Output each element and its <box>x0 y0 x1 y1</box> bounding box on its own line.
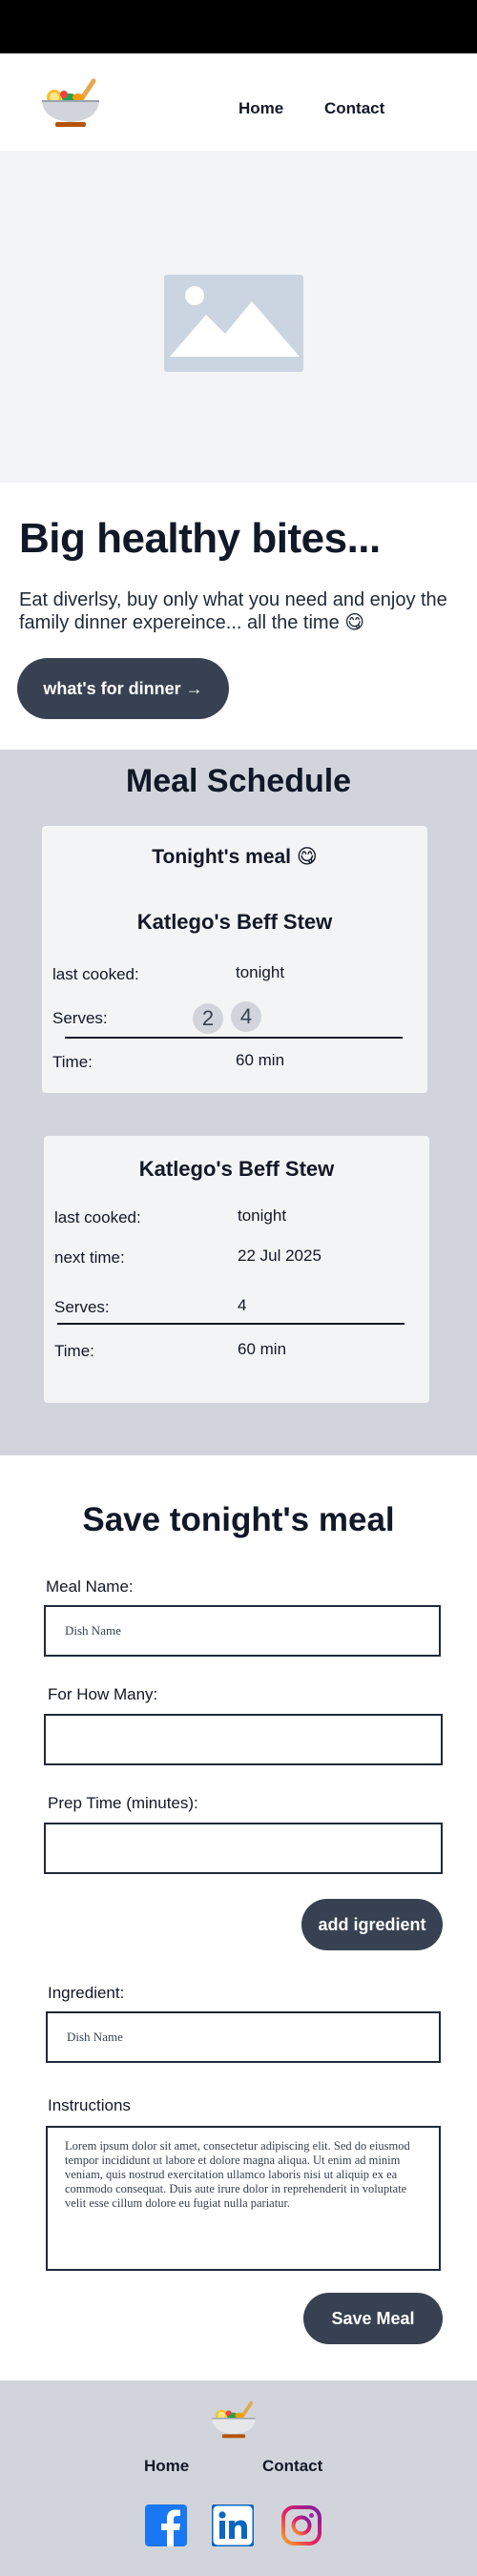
site-footer: Home Contact <box>0 2380 477 2576</box>
ingredient-label: Ingredient: <box>48 1984 125 2002</box>
save-meal-button[interactable]: Save Meal <box>303 2293 443 2344</box>
top-black-bar <box>0 0 477 53</box>
serves-divider <box>57 1323 404 1325</box>
meal-name-input[interactable]: Dish Name <box>44 1605 441 1657</box>
serves-label: Serves: <box>52 1009 108 1027</box>
time-value: 60 min <box>238 1340 287 1358</box>
last-cooked-label: last cooked: <box>54 1208 141 1226</box>
last-cooked-value: tonight <box>238 1206 287 1225</box>
ingredient-input[interactable]: Dish Name <box>46 2011 441 2063</box>
tonights-meal-card: Tonight's meal 😋 Katlego's Beff Stew las… <box>42 826 427 1093</box>
last-cooked-value: tonight <box>236 963 285 981</box>
for-how-many-label: For How Many: <box>48 1685 158 1703</box>
serves-value: 4 <box>238 1296 247 1314</box>
hero-title: Big healthy bites... <box>19 515 381 562</box>
bowl-logo-icon[interactable] <box>208 2400 259 2442</box>
last-cooked-label: last cooked: <box>52 965 139 983</box>
instagram-icon[interactable] <box>280 2504 322 2546</box>
prep-time-input[interactable] <box>44 1823 443 1874</box>
time-label: Time: <box>52 1053 93 1071</box>
meal-schedule-title: Meal Schedule <box>125 763 352 799</box>
for-how-many-input[interactable] <box>44 1714 443 1765</box>
instructions-textarea[interactable]: Lorem ipsum dolor sit amet, consectetur … <box>46 2126 441 2271</box>
footer-contact-link[interactable]: Contact <box>262 2457 322 2476</box>
nav-home-link[interactable]: Home <box>238 99 283 118</box>
meal-name: Katlego's Beff Stew <box>136 910 333 934</box>
meal-name: Katlego's Beff Stew <box>138 1157 335 1181</box>
whats-for-dinner-button[interactable]: what's for dinner → <box>17 658 229 719</box>
footer-home-link[interactable]: Home <box>144 2457 189 2476</box>
time-label: Time: <box>54 1342 94 1360</box>
add-ingredient-button[interactable]: add igredient <box>301 1899 443 1950</box>
instructions-label: Instructions <box>48 2096 131 2114</box>
save-meal-title: Save tonight's meal <box>82 1501 395 1538</box>
serves-option-2-button[interactable]: 2 <box>193 1003 223 1034</box>
next-meal-card: Katlego's Beff Stew last cooked: tonight… <box>44 1136 429 1403</box>
linkedin-icon[interactable] <box>212 2504 254 2546</box>
facebook-icon[interactable] <box>145 2504 187 2546</box>
hero-image-placeholder <box>0 151 477 483</box>
nav-contact-link[interactable]: Contact <box>324 99 384 118</box>
next-time-label: next time: <box>54 1248 125 1267</box>
site-header: Home Contact <box>0 53 477 151</box>
bowl-logo-icon[interactable] <box>38 76 103 132</box>
hero-text: Eat diverlsy, buy only what you need and… <box>19 589 447 633</box>
serves-label: Serves: <box>54 1298 110 1316</box>
serves-option-4-button[interactable]: 4 <box>231 1001 261 1032</box>
tonights-meal-heading: Tonight's meal 😋 <box>152 846 318 868</box>
image-placeholder-icon <box>164 275 303 372</box>
next-time-value: 22 Jul 2025 <box>238 1247 321 1265</box>
prep-time-label: Prep Time (minutes): <box>48 1794 198 1812</box>
meal-name-label: Meal Name: <box>46 1577 134 1596</box>
serves-divider <box>65 1037 403 1039</box>
time-value: 60 min <box>236 1051 285 1069</box>
